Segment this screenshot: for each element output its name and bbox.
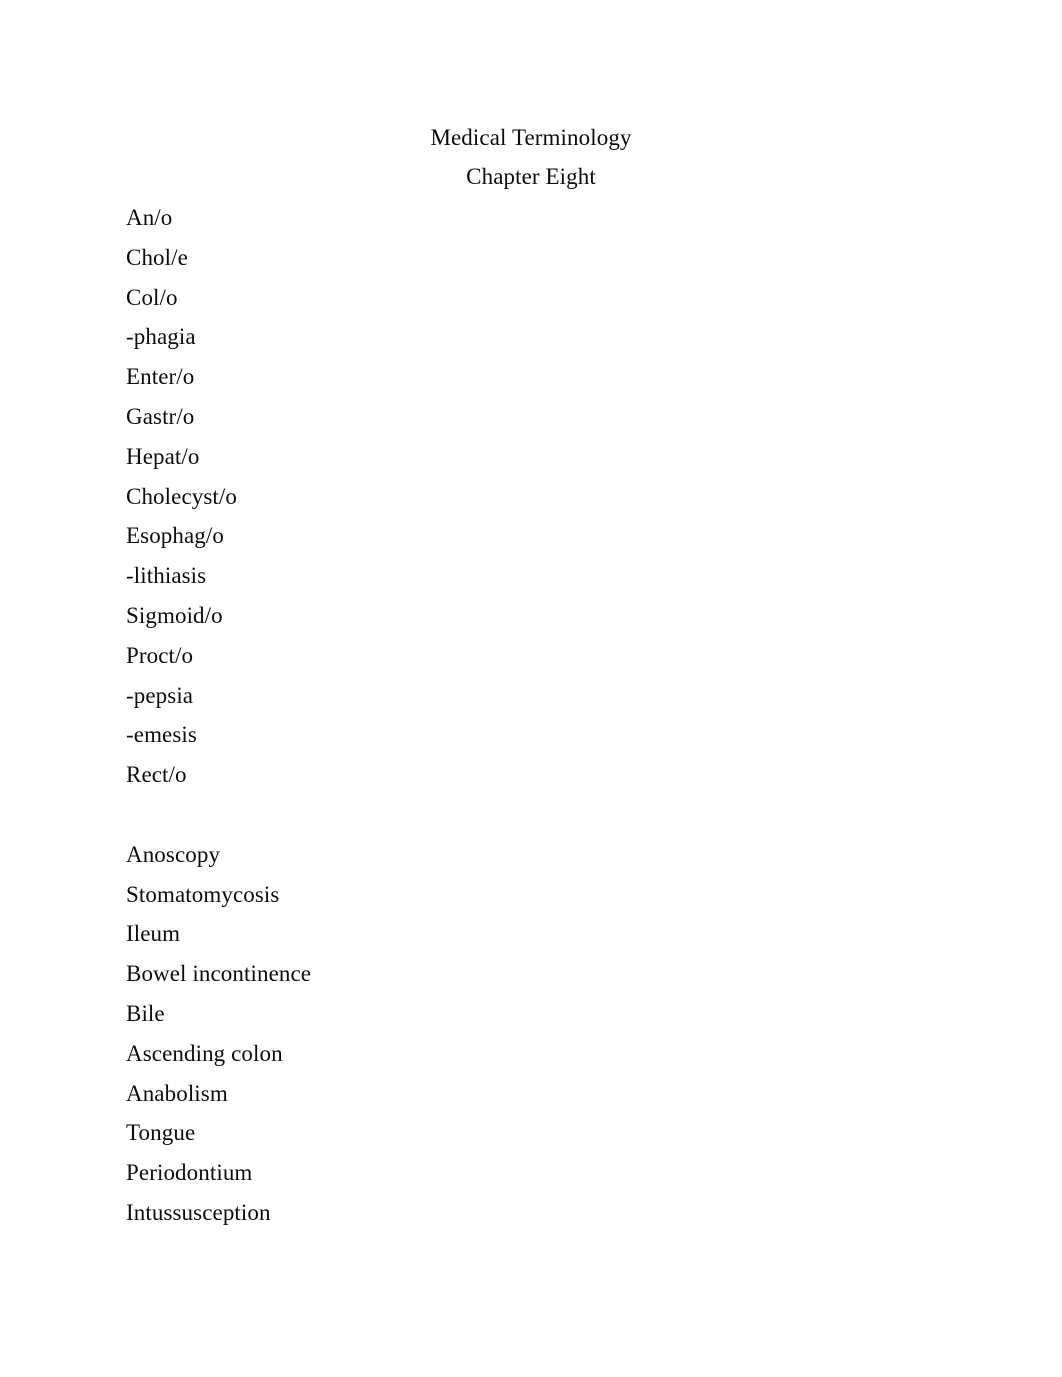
list-item: An/o [126, 205, 173, 230]
list-item: -emesis [126, 722, 197, 748]
word-parts-list: An/o Chol/e Col/o -phagia Enter/o Gastr/… [0, 198, 1062, 1233]
list-item: -pepsia [126, 682, 194, 708]
title-block: Medical Terminology Chapter Eight [0, 118, 1062, 196]
list-item: Sigmoid/o [126, 602, 223, 628]
document-page: Medical Terminology Chapter Eight An/o C… [0, 0, 1062, 1377]
page-title: Medical Terminology [430, 125, 632, 150]
list-item: Hepat/o [126, 443, 200, 469]
list-item: Anabolism [126, 1080, 228, 1106]
list-item: Anoscopy [126, 841, 221, 867]
list-item: Stomatomycosis [126, 881, 280, 907]
list-item: Bile [126, 1000, 165, 1026]
blank-line-separator [126, 795, 1062, 835]
list-item: Tongue [126, 1120, 196, 1146]
list-item: Bowel incontinence [126, 961, 312, 987]
list-item: Ileum [126, 921, 181, 947]
list-item: Cholecyst/o [126, 483, 237, 509]
list-item: -lithiasis [126, 563, 207, 589]
list-item: Rect/o [126, 762, 187, 788]
list-item: Intussusception [126, 1199, 271, 1225]
list-item: Esophag/o [126, 523, 224, 549]
list-item: Periodontium [126, 1160, 253, 1186]
page-subtitle: Chapter Eight [466, 164, 596, 189]
list-item: Col/o [126, 284, 178, 310]
list-item: Chol/e [126, 244, 188, 270]
list-item: Proct/o [126, 642, 194, 668]
list-item: Enter/o [126, 364, 195, 390]
list-item: Ascending colon [126, 1040, 283, 1066]
list-item: -phagia [126, 324, 196, 350]
list-item: Gastr/o [126, 403, 195, 429]
document-body: Medical Terminology Chapter Eight An/o C… [0, 0, 1062, 1233]
